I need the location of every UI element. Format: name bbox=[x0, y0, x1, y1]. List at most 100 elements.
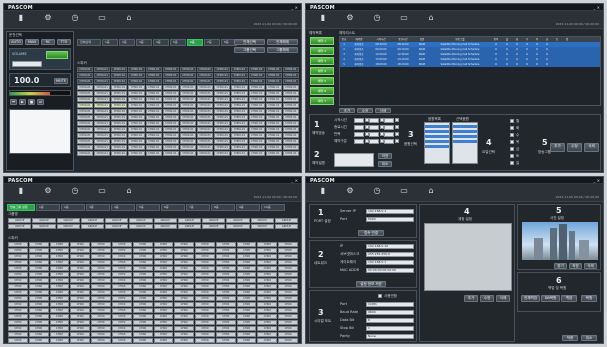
speaker-cell[interactable]: CH00 bbox=[70, 260, 91, 265]
speaker-cell[interactable]: CH00-01 bbox=[282, 133, 299, 138]
group-cell[interactable]: GROUP bbox=[56, 224, 80, 229]
speaker-cell[interactable]: CH00 bbox=[174, 308, 195, 313]
image-button[interactable]: 저장 bbox=[569, 263, 582, 269]
speaker-cell[interactable]: CH00 bbox=[215, 290, 236, 295]
speaker-cell[interactable]: CH00 bbox=[111, 302, 132, 307]
group-cell[interactable]: GROUP bbox=[202, 218, 226, 223]
group-cell[interactable]: GROUP bbox=[226, 218, 250, 223]
tab-floor[interactable]: 6층 bbox=[187, 39, 203, 46]
speaker-cell[interactable]: CH00-01 bbox=[77, 97, 94, 102]
speaker-cell[interactable]: CH00-01 bbox=[265, 109, 282, 114]
group-cell[interactable]: GROUP bbox=[105, 224, 129, 229]
speaker-cell[interactable]: CH00 bbox=[28, 272, 49, 277]
speaker-cell[interactable]: CH00-01 bbox=[77, 79, 94, 84]
speaker-cell[interactable]: CH00-01 bbox=[214, 73, 231, 78]
nav-item[interactable]: ▭ bbox=[393, 13, 415, 27]
speaker-cell[interactable]: CH00-01 bbox=[111, 139, 128, 144]
speaker-cell[interactable]: CH00-01 bbox=[77, 109, 94, 114]
speaker-cell[interactable]: CH00 bbox=[70, 272, 91, 277]
speaker-cell[interactable]: CH00 bbox=[195, 320, 215, 325]
speaker-cell[interactable]: CH00 bbox=[278, 284, 298, 289]
speaker-cell[interactable]: CH00 bbox=[132, 248, 153, 253]
day-checkbox[interactable] bbox=[510, 161, 514, 165]
speaker-cell[interactable]: CH00-01 bbox=[111, 97, 128, 102]
field-input[interactable]: 00:00:00:00:00:00 bbox=[366, 268, 414, 273]
speaker-cell[interactable]: CH00-01 bbox=[179, 145, 197, 150]
speaker-cell[interactable]: CH00 bbox=[49, 278, 70, 283]
mode-tts-button[interactable]: TTS bbox=[57, 39, 71, 45]
time-field[interactable] bbox=[369, 125, 379, 130]
group-cell[interactable]: GROUP bbox=[250, 218, 274, 223]
speaker-cell[interactable]: CH00-01 bbox=[231, 133, 248, 138]
time-field[interactable] bbox=[384, 132, 394, 137]
speaker-cell[interactable]: CH00-01 bbox=[162, 139, 179, 144]
stop-icon[interactable]: ■ bbox=[28, 99, 35, 105]
speaker-cell[interactable]: CH00 bbox=[195, 290, 215, 295]
speaker-cell[interactable]: CH00 bbox=[91, 284, 111, 289]
speaker-cell[interactable]: CH00-01 bbox=[77, 91, 94, 96]
speaker-cell[interactable]: CH00 bbox=[236, 266, 257, 271]
speaker-cell[interactable]: CH00 bbox=[70, 332, 91, 337]
speaker-cell[interactable]: CH00 bbox=[132, 266, 153, 271]
speaker-cell[interactable]: CH00-01 bbox=[248, 67, 265, 72]
speaker-cell[interactable]: CH00-01 bbox=[162, 85, 179, 90]
field-input[interactable]: 8 bbox=[366, 318, 414, 323]
speaker-cell[interactable]: CH00-01 bbox=[162, 79, 179, 84]
speaker-cell[interactable]: CH00 bbox=[8, 296, 28, 301]
speaker-cell[interactable]: CH00 bbox=[132, 314, 153, 319]
speaker-cell[interactable]: CH00 bbox=[111, 254, 132, 259]
speaker-cell[interactable]: CH00-01 bbox=[214, 97, 231, 102]
select-button[interactable]: 전체선택 bbox=[234, 39, 265, 45]
speaker-cell[interactable]: CH00 bbox=[195, 302, 215, 307]
reservation-slot-button[interactable]: 예약 6 bbox=[310, 87, 334, 95]
speaker-cell[interactable]: CH00-01 bbox=[179, 103, 197, 108]
speaker-cell[interactable]: CH00-01 bbox=[231, 145, 248, 150]
speaker-cell[interactable]: CH00-01 bbox=[214, 115, 231, 120]
mute-button[interactable]: MUTE bbox=[54, 78, 68, 84]
mode-auto-button[interactable]: AUTO bbox=[9, 39, 23, 45]
group-cell[interactable]: GROUP bbox=[32, 218, 56, 223]
speaker-cell[interactable]: CH00 bbox=[174, 296, 195, 301]
speaker-cell[interactable]: CH00-01 bbox=[265, 67, 282, 72]
speaker-cell[interactable]: CH00 bbox=[195, 278, 215, 283]
speaker-cell[interactable]: CH00-01 bbox=[145, 73, 162, 78]
speaker-cell[interactable]: CH00-01 bbox=[145, 97, 162, 102]
speaker-cell[interactable]: CH00-01 bbox=[111, 85, 128, 90]
cancel-button[interactable]: 취소 bbox=[581, 335, 597, 341]
source-field[interactable] bbox=[12, 61, 42, 67]
speaker-cell[interactable]: CH00 bbox=[195, 326, 215, 331]
tab-floor[interactable]: 2층 bbox=[119, 39, 135, 46]
speaker-cell[interactable]: CH00 bbox=[195, 272, 215, 277]
speaker-cell[interactable]: CH00 bbox=[49, 338, 70, 343]
speaker-cell[interactable]: CH00-01 bbox=[162, 97, 179, 102]
speaker-cell[interactable]: CH00 bbox=[28, 326, 49, 331]
mic-on-button[interactable] bbox=[46, 51, 68, 59]
backup-button[interactable]: DB복원 bbox=[541, 295, 560, 302]
speaker-cell[interactable]: CH00-01 bbox=[282, 67, 299, 72]
apply-button[interactable]: 적용 bbox=[562, 335, 578, 341]
speaker-cell[interactable]: CH00-01 bbox=[248, 109, 265, 114]
speaker-cell[interactable]: CH00 bbox=[70, 248, 91, 253]
speaker-cell[interactable]: CH00-01 bbox=[197, 67, 214, 72]
day-checkbox[interactable] bbox=[510, 126, 514, 130]
speaker-cell[interactable]: CH00 bbox=[215, 284, 236, 289]
speaker-cell[interactable]: CH00-01 bbox=[94, 67, 111, 72]
speaker-cell[interactable]: CH00-01 bbox=[77, 85, 94, 90]
speaker-cell[interactable]: CH00-01 bbox=[128, 139, 145, 144]
group-cell[interactable]: GROUP bbox=[80, 218, 104, 223]
speaker-cell[interactable]: CH00 bbox=[8, 260, 28, 265]
speaker-cell[interactable]: CH00-01 bbox=[282, 139, 299, 144]
music-list[interactable] bbox=[424, 122, 450, 164]
speaker-cell[interactable]: CH00 bbox=[132, 284, 153, 289]
speaker-cell[interactable]: CH00-01 bbox=[162, 103, 179, 108]
speaker-cell[interactable]: CH00-01 bbox=[197, 121, 214, 126]
speaker-cell[interactable]: CH00 bbox=[215, 266, 236, 271]
speaker-cell[interactable]: CH00-01 bbox=[145, 103, 162, 108]
reservation-slot-button[interactable]: 예약 7 bbox=[310, 97, 334, 105]
speaker-cell[interactable]: CH00 bbox=[70, 308, 91, 313]
speaker-cell[interactable]: CH00 bbox=[153, 308, 174, 313]
speaker-cell[interactable]: CH00-01 bbox=[282, 103, 299, 108]
speaker-cell[interactable]: CH00-01 bbox=[145, 67, 162, 72]
speaker-cell[interactable]: CH00-01 bbox=[265, 115, 282, 120]
speaker-cell[interactable]: CH00-01 bbox=[248, 115, 265, 120]
